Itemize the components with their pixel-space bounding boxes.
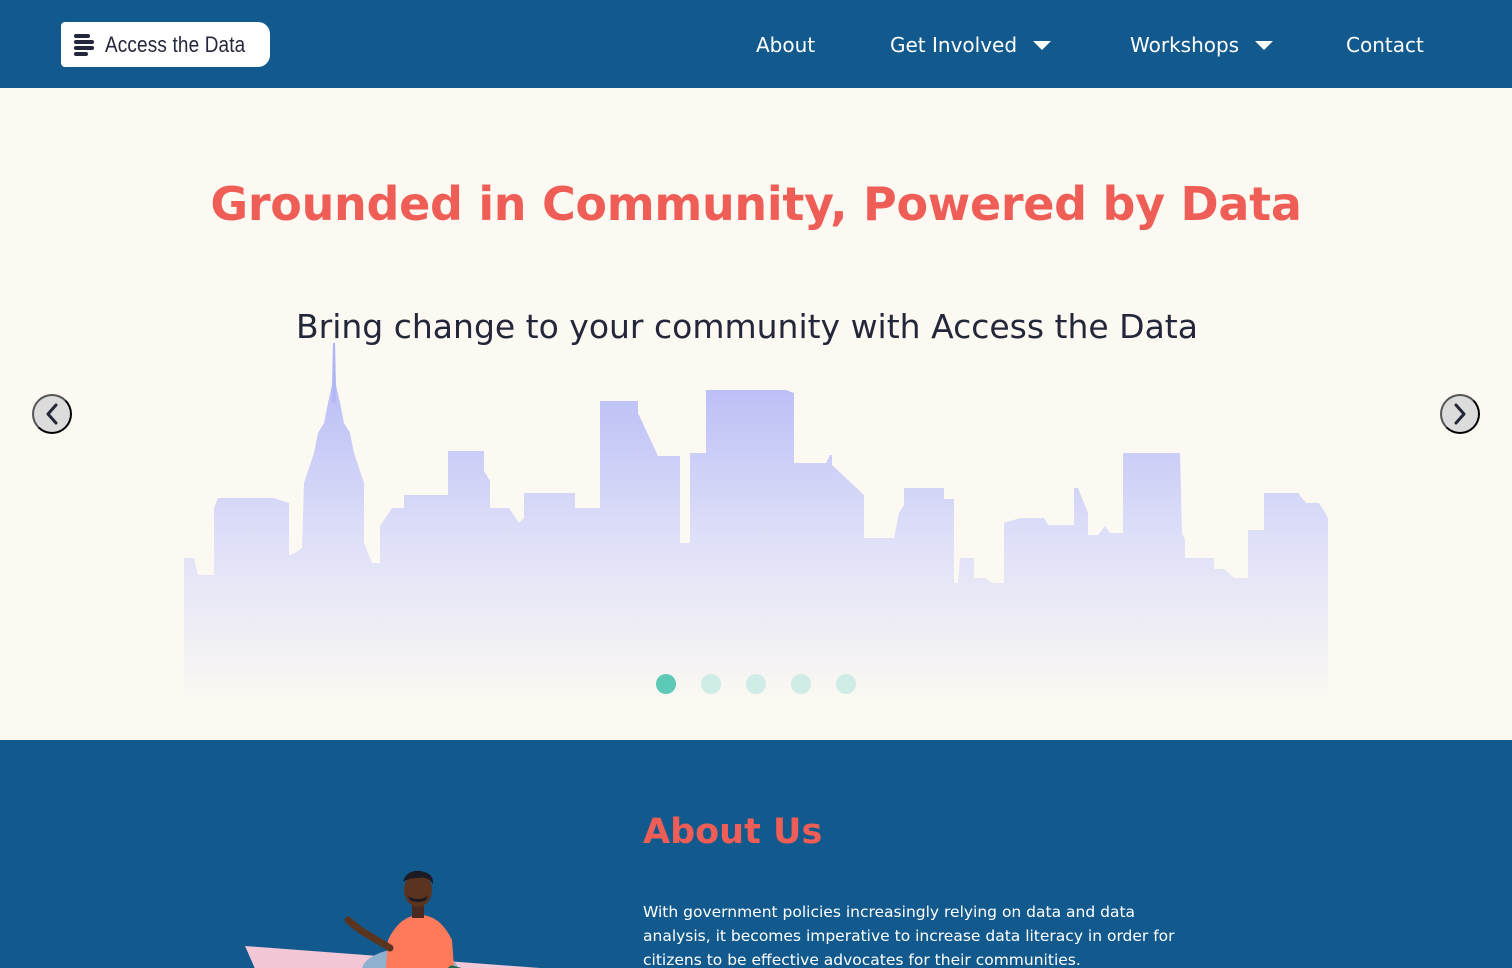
hero-carousel: Grounded in Community, Powered by Data B… — [0, 88, 1512, 740]
carousel-indicators — [656, 674, 856, 694]
nav-contact-label: Contact — [1346, 33, 1424, 57]
nav-contact[interactable]: Contact — [1346, 30, 1424, 60]
city-skyline-illustration — [184, 343, 1328, 703]
carousel-prev-button[interactable] — [32, 394, 72, 434]
logo-text: Access the Data — [105, 31, 246, 57]
nav-get-involved[interactable]: Get Involved — [890, 30, 1052, 60]
about-title: About Us — [643, 812, 823, 852]
stacked-lines-icon — [74, 33, 94, 56]
carousel-dot-2[interactable] — [701, 674, 721, 694]
about-text: With government policies increasingly re… — [643, 903, 1175, 968]
hero-title: Grounded in Community, Powered by Data — [210, 177, 1302, 231]
nav-workshops-label: Workshops — [1130, 33, 1240, 57]
caret-down-icon — [1255, 40, 1274, 50]
carousel-dot-1[interactable] — [656, 674, 676, 694]
caret-down-icon — [1033, 40, 1052, 50]
logo-link[interactable]: Access the Data — [61, 22, 270, 67]
nav-about-label: About — [756, 33, 816, 57]
nav-workshops[interactable]: Workshops — [1130, 30, 1274, 60]
person-illustration — [245, 870, 540, 968]
carousel-dot-5[interactable] — [836, 674, 856, 694]
nav-get-involved-label: Get Involved — [890, 33, 1018, 57]
hero-subtitle: Bring change to your community with Acce… — [296, 307, 1198, 346]
top-nav: Access the Data About Get Involved Works… — [0, 0, 1512, 88]
carousel-dot-4[interactable] — [791, 674, 811, 694]
nav-about[interactable]: About — [756, 30, 815, 60]
about-section: About Us With government policies increa… — [0, 740, 1512, 968]
chevron-left-icon — [46, 403, 58, 425]
chevron-right-icon — [1454, 403, 1466, 425]
carousel-next-button[interactable] — [1440, 394, 1480, 434]
carousel-dot-3[interactable] — [746, 674, 766, 694]
